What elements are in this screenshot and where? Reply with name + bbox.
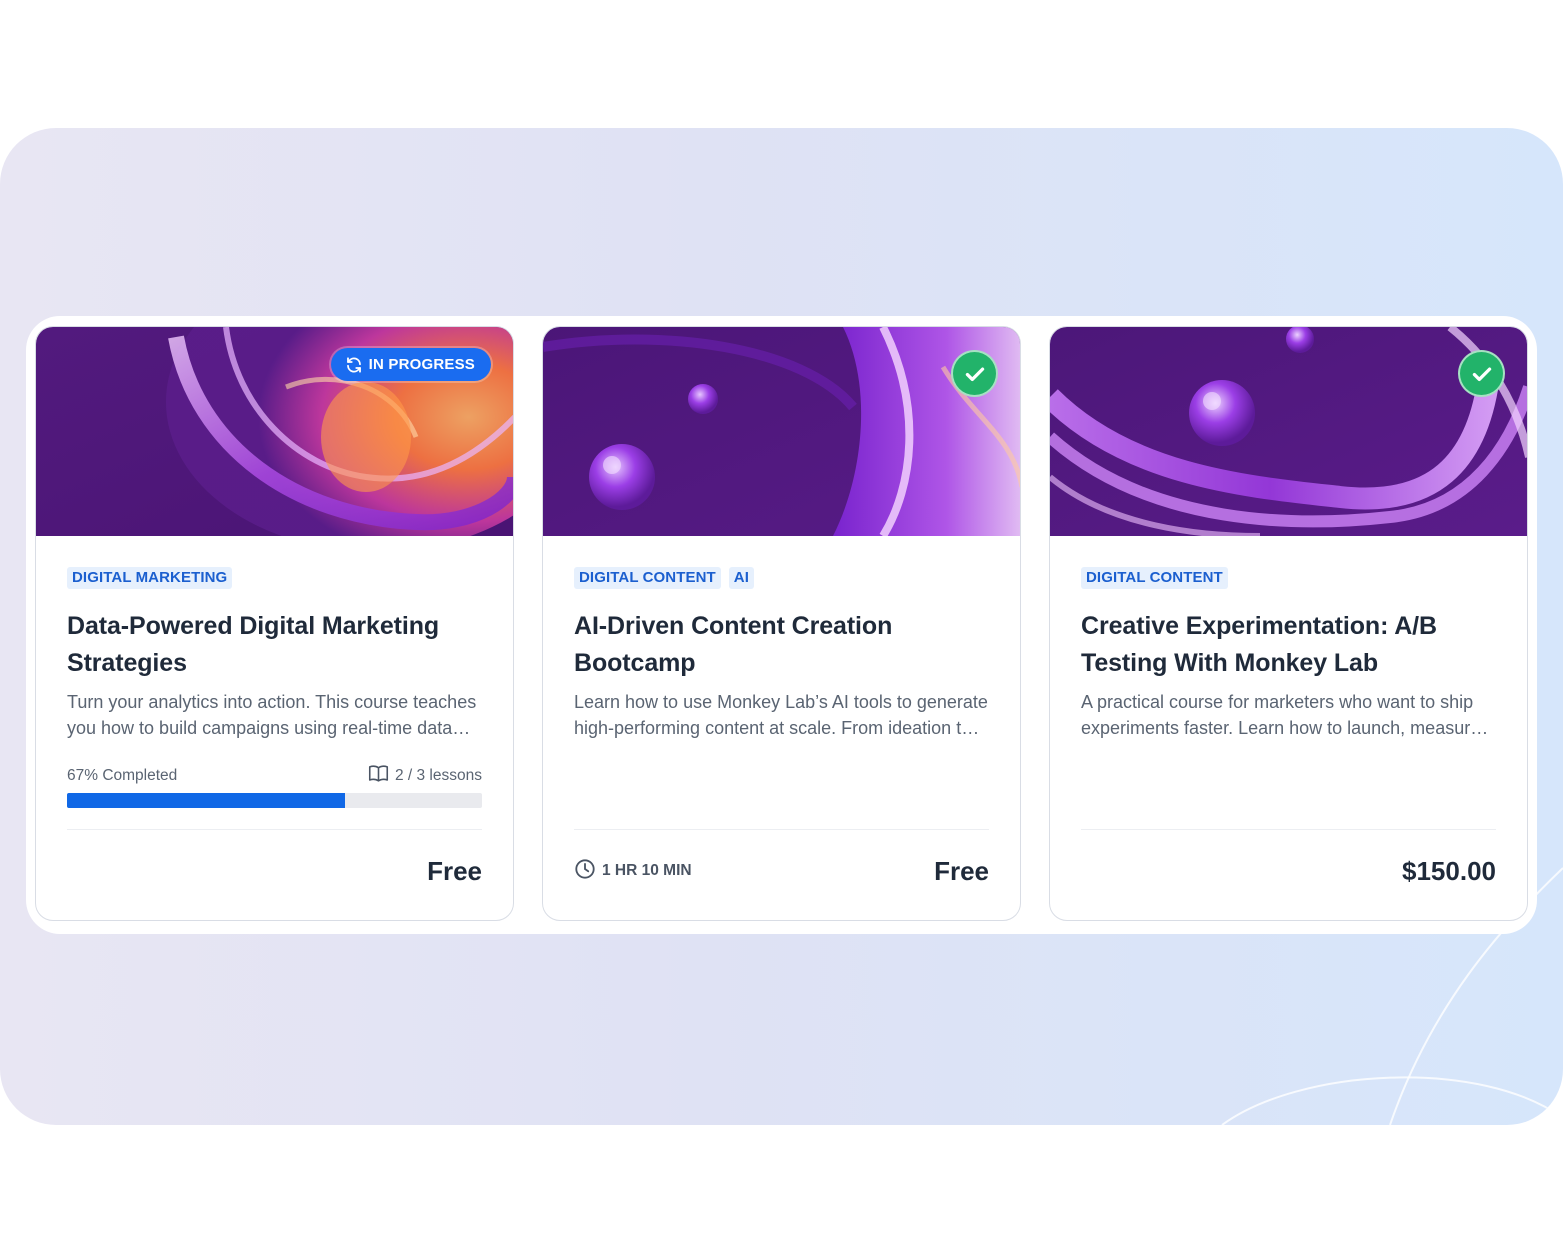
course-price: Free (427, 855, 482, 886)
course-description: A practical course for marketers who wan… (1081, 692, 1481, 738)
progress-bar-fill (67, 793, 346, 808)
divider (67, 829, 482, 830)
course-list-panel: IN PROGRESS DIGITAL MARKETING Data-Power… (26, 316, 1537, 934)
course-title[interactable]: Data-Powered Digital Marketing Strategie… (67, 608, 482, 682)
progress-label: 67% Completed (67, 766, 178, 784)
tag-list: DIGITAL CONTENT (1081, 567, 1496, 589)
completed-badge (951, 350, 998, 397)
check-icon (962, 361, 988, 387)
card-footer: Free (67, 851, 482, 891)
course-cover-image (543, 327, 1020, 536)
tag-list: DIGITAL MARKETING (67, 567, 482, 589)
completed-badge (1458, 350, 1505, 397)
tag-list: DIGITAL CONTENT AI (574, 567, 989, 589)
category-tag: DIGITAL MARKETING (67, 567, 233, 589)
category-tag: AI (728, 567, 754, 589)
card-footer: 1 HR 10 MIN Free (574, 851, 989, 891)
course-title[interactable]: Creative Experimentation: A/B Testing Wi… (1081, 608, 1496, 682)
progress-info: 67% Completed 2 / 3 lessons (67, 764, 482, 787)
course-description: Learn how to use Monkey Lab’s AI tools t… (574, 692, 988, 738)
category-tag: DIGITAL CONTENT (1081, 567, 1228, 589)
sync-icon (345, 356, 363, 374)
course-title[interactable]: AI-Driven Content Creation Bootcamp (574, 608, 989, 682)
course-price: $150.00 (1402, 855, 1496, 886)
course-card[interactable]: DIGITAL CONTENT Creative Experimentation… (1049, 326, 1528, 921)
course-description: Turn your analytics into action. This co… (67, 692, 477, 738)
divider (574, 829, 989, 830)
check-icon (1469, 361, 1495, 387)
course-duration: 1 HR 10 MIN (574, 858, 692, 885)
progress-bar (67, 793, 482, 808)
book-icon (368, 764, 389, 787)
lessons-count: 2 / 3 lessons (368, 764, 482, 787)
course-cover-image: IN PROGRESS (36, 327, 513, 536)
course-price: Free (934, 855, 989, 886)
course-cover-image (1050, 327, 1527, 536)
duration-label: 1 HR 10 MIN (602, 862, 692, 879)
course-card[interactable]: DIGITAL CONTENT AI AI-Driven Content Cre… (542, 326, 1021, 921)
course-card[interactable]: IN PROGRESS DIGITAL MARKETING Data-Power… (35, 326, 514, 921)
category-tag: DIGITAL CONTENT (574, 567, 721, 589)
divider (1081, 829, 1496, 830)
lessons-label: 2 / 3 lessons (394, 766, 482, 784)
in-progress-badge: IN PROGRESS (330, 348, 491, 381)
status-label: IN PROGRESS (368, 356, 475, 373)
clock-icon (574, 858, 596, 885)
card-footer: $150.00 (1081, 851, 1496, 891)
